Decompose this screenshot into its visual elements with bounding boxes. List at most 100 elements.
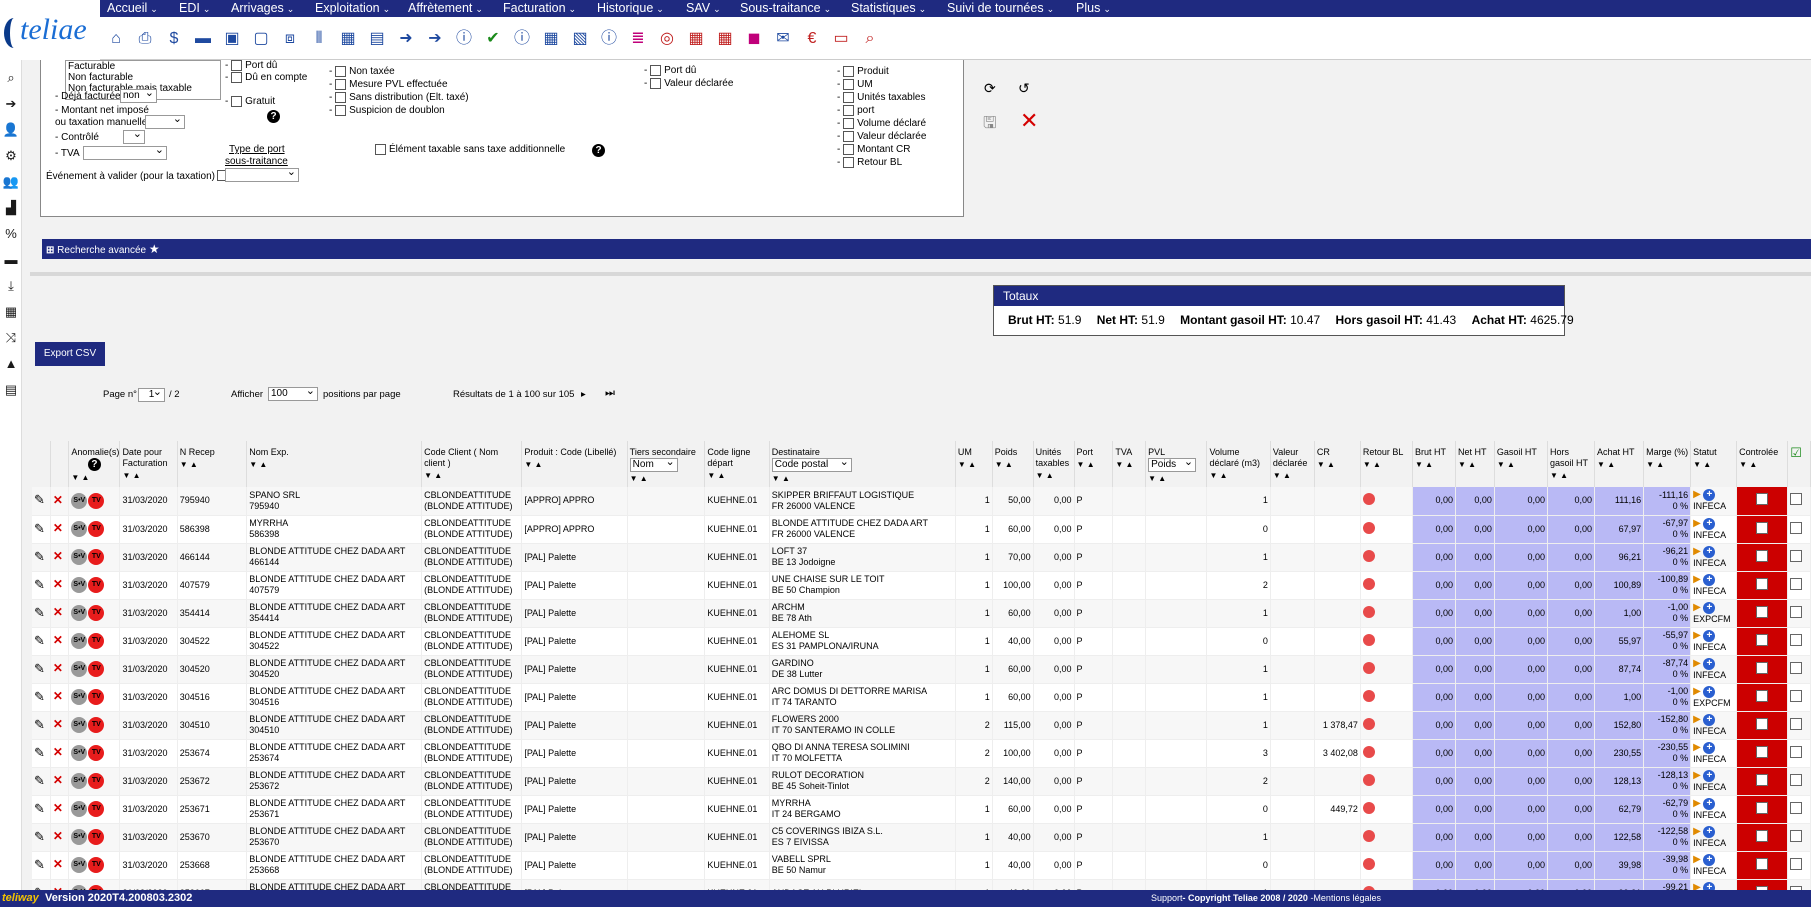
controlee-checkbox[interactable] [1756,605,1769,618]
delete-icon[interactable]: ✕ [53,773,63,787]
help-icon[interactable]: ? [87,458,101,471]
row-checkbox[interactable] [1790,773,1803,786]
check-all-icon[interactable]: ☑ [1790,445,1802,460]
controlee-checkbox[interactable] [1756,493,1769,506]
add-icon[interactable]: + [1703,657,1716,670]
box-outline-icon[interactable]: ▢ [251,29,271,49]
add-icon[interactable]: + [1703,629,1716,642]
nav-3[interactable]: Exploitation ⌄ [315,1,390,15]
delete-icon[interactable]: ✕ [53,717,63,731]
edit-icon[interactable]: ✎ [34,605,45,620]
play-icon[interactable]: ▶ [1693,798,1701,809]
play-icon[interactable]: ▶ [1693,882,1701,891]
add-icon[interactable]: + [1703,489,1716,502]
table-icon[interactable]: ▦ [2,303,20,321]
deja-facturee-select[interactable]: non [120,87,157,103]
add-icon[interactable]: + [1703,769,1716,782]
add-icon[interactable]: + [1703,825,1716,838]
add-icon[interactable]: + [1703,517,1716,530]
controlee-checkbox[interactable] [1756,577,1769,590]
settings-icon[interactable]: ⚙ [2,147,20,165]
mesure-pvl-checkbox[interactable] [335,79,347,90]
users-icon[interactable]: 👥 [2,173,20,191]
box-red-icon[interactable]: ◼ [744,29,764,49]
controlee-checkbox[interactable] [1756,549,1769,562]
add-icon[interactable]: + [1703,545,1716,558]
nav-10[interactable]: Suivi de tournées ⌄ [947,1,1054,15]
sort-arrows-icon[interactable]: ▼ ▲ [1036,470,1072,481]
nav-1[interactable]: EDI ⌄ [179,1,210,15]
sort-arrows-icon[interactable]: ▼ ▲ [1148,473,1204,484]
play-icon[interactable]: ▶ [1693,518,1701,529]
um-checkbox[interactable] [843,79,855,90]
nav-4[interactable]: Affrètement ⌄ [408,1,483,15]
nav-2[interactable]: Arrivages ⌄ [231,1,294,15]
row-checkbox[interactable] [1790,633,1803,646]
stats-icon[interactable]: ▲ [2,355,20,373]
monitor-truck-icon[interactable]: ▭ [831,29,851,49]
edit-icon[interactable]: ✎ [34,717,45,732]
sort-arrows-icon[interactable]: ▼ ▲ [1209,470,1267,481]
sort-arrows-icon[interactable]: ▼ ▲ [1458,459,1492,470]
delete-icon[interactable]: ✕ [53,745,63,759]
add-icon[interactable]: + [1703,601,1716,614]
truck-info-icon[interactable]: ⓘ [454,29,474,49]
gratuit-checkbox[interactable] [231,96,243,107]
delete-icon[interactable]: ✕ [53,493,63,507]
help-icon[interactable]: ? [592,144,605,157]
legal-link[interactable]: -Mentions légales [1310,893,1381,903]
edit-icon[interactable]: ✎ [34,577,45,592]
row-checkbox[interactable] [1790,745,1803,758]
refresh-icon[interactable]: ⟳ [984,80,996,97]
controlee-checkbox[interactable] [1756,717,1769,730]
delete-icon[interactable]: ✕ [53,661,63,675]
row-checkbox[interactable] [1790,857,1803,870]
truck-load-icon[interactable]: ⧈ [280,29,300,49]
row-checkbox[interactable] [1790,829,1803,842]
play-icon[interactable]: ▶ [1693,489,1701,500]
last-page-icon[interactable]: ⏭ [605,387,615,400]
row-checkbox[interactable] [1790,661,1803,674]
play-icon[interactable]: ▶ [1693,714,1701,725]
truck-icon[interactable]: ▬ [2,251,20,269]
stack-icon[interactable]: ≣ [628,29,648,49]
sort-arrows-icon[interactable]: ▼ ▲ [1115,459,1143,470]
play-icon[interactable]: ▶ [1693,742,1701,753]
sort-arrows-icon[interactable]: ▼ ▲ [1739,459,1785,470]
pallet-icon[interactable]: ▤ [367,29,387,49]
sort-arrows-icon[interactable]: ▼ ▲ [1077,459,1111,470]
sort-arrows-icon[interactable]: ▼ ▲ [707,470,766,481]
help-icon[interactable]: ? [267,110,280,123]
sort-arrows-icon[interactable]: ▼ ▲ [630,473,703,484]
valeur-declaree-2-checkbox[interactable] [843,131,855,142]
coins-icon[interactable]: ◎ [657,29,677,49]
edit-icon[interactable]: ✎ [34,857,45,872]
nav-9[interactable]: Statistiques ⌄ [851,1,926,15]
box-icon[interactable]: ▣ [222,29,242,49]
edit-icon[interactable]: ✎ [34,801,45,816]
suspicion-doublon-checkbox[interactable] [335,105,347,116]
pallets-icon[interactable]: ▦ [541,29,561,49]
euro-icon[interactable]: € [802,29,822,49]
add-icon[interactable]: + [1703,685,1716,698]
add-icon[interactable]: + [1703,573,1716,586]
nav-11[interactable]: Plus ⌄ [1076,1,1111,15]
controlee-checkbox[interactable] [1756,801,1769,814]
percent-icon[interactable]: % [2,225,20,243]
edit-icon[interactable]: ✎ [34,549,45,564]
delete-icon[interactable]: ✕ [53,521,63,535]
delete-icon[interactable]: ✕ [53,633,63,647]
download-icon[interactable]: ⤓ [2,277,20,295]
calendar-icon[interactable]: ▦ [686,29,706,49]
truck-forward-icon[interactable]: ➔ [425,29,445,49]
sort-arrows-icon[interactable]: ▼ ▲ [1273,470,1312,481]
truck-icon[interactable]: ▬ [193,29,213,49]
controlee-checkbox[interactable] [1756,633,1769,646]
play-icon[interactable]: ▶ [1693,658,1701,669]
edit-icon[interactable]: ✎ [34,773,45,788]
row-checkbox[interactable] [1790,717,1803,730]
tva-select[interactable] [83,144,167,160]
page-input[interactable]: 1 [138,386,165,402]
controlee-checkbox[interactable] [1756,829,1769,842]
add-icon[interactable]: + [1703,881,1716,890]
